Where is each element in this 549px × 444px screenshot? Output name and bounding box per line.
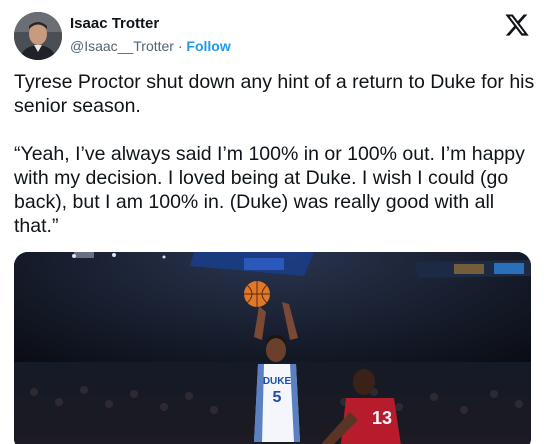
tweet-quote: “Yeah, I’ve always said I’m 100% in or 1… [14,143,525,237]
author-handle-row: @Isaac__Trotter · Follow [70,38,231,54]
basketball-photo: DUKE 5 13 [14,252,531,444]
author-handle[interactable]: @Isaac__Trotter [70,38,174,54]
avatar-photo [14,12,62,60]
tweet-media-image[interactable]: DUKE 5 13 [14,252,531,444]
author-avatar[interactable] [14,12,62,60]
author-name[interactable]: Isaac Trotter [70,15,159,32]
tweet-paragraph: Tyrese Proctor shut down any hint of a r… [14,71,535,117]
x-logo-icon[interactable] [504,12,530,38]
tweet-text: Tyrese Proctor shut down any hint of a r… [14,70,536,238]
jersey-defender-number: 13 [372,408,392,428]
follow-button[interactable]: Follow [186,38,230,54]
tweet-card: Isaac Trotter @Isaac__Trotter · Follow T… [0,0,549,444]
handle-separator: · [177,38,183,54]
jersey-front-text: DUKE [263,376,292,387]
jersey-front-number: 5 [273,389,282,406]
